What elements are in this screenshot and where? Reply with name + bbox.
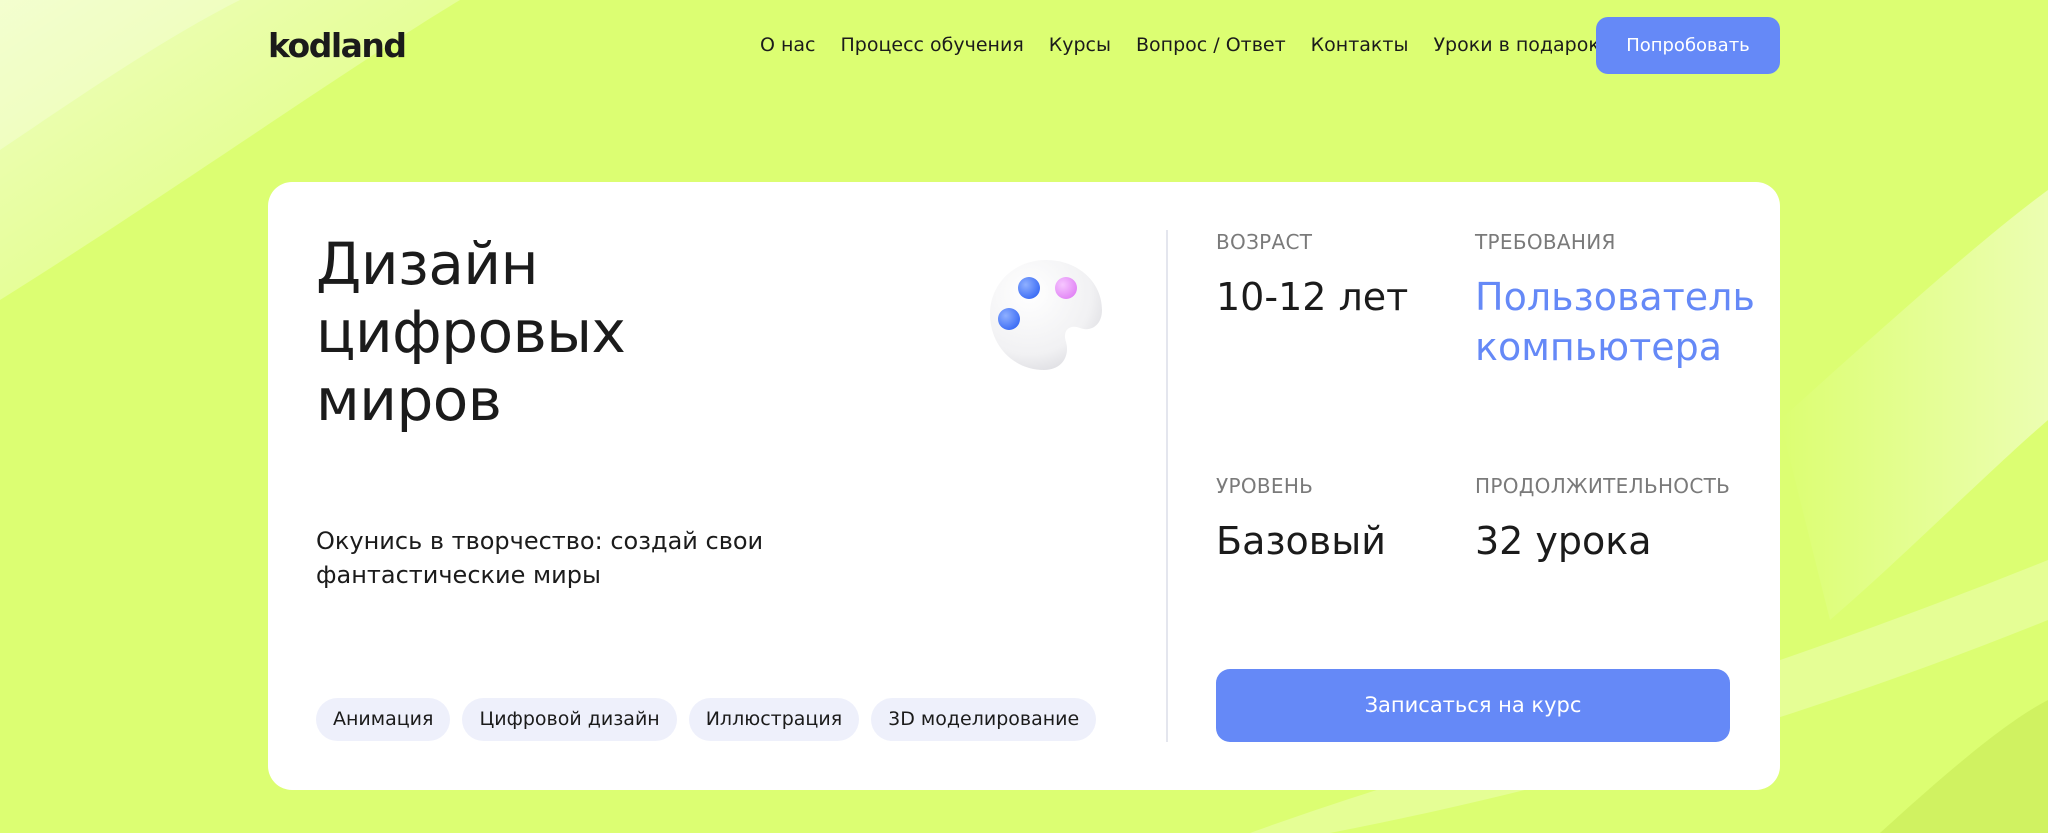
course-title: Дизайн цифровых миров <box>316 230 876 434</box>
level-label: УРОВЕНЬ <box>1216 474 1314 498</box>
requirements-value: Пользователь компьютера <box>1475 272 1755 372</box>
requirements-label: ТРЕБОВАНИЯ <box>1475 230 1616 254</box>
palette-icon <box>984 252 1108 376</box>
site-header: kodland О нас Процесс обучения Курсы Воп… <box>0 0 2048 90</box>
nav-item-contacts[interactable]: Контакты <box>1311 30 1409 60</box>
kodland-logo[interactable]: kodland <box>268 24 407 68</box>
duration-label: ПРОДОЛЖИТЕЛЬНОСТЬ <box>1475 474 1731 498</box>
requirements-value-line: Пользователь <box>1475 275 1755 319</box>
nav-item-faq[interactable]: Вопрос / Ответ <box>1136 30 1286 60</box>
nav-item-courses[interactable]: Курсы <box>1049 30 1111 60</box>
duration-value: 32 урока <box>1475 519 1652 563</box>
nav-item-learning-process[interactable]: Процесс обучения <box>841 30 1024 60</box>
course-title-line: цифровых <box>316 298 626 366</box>
vertical-divider <box>1166 230 1168 742</box>
course-description-line: фантастические миры <box>316 561 601 589</box>
level-value: Базовый <box>1216 519 1386 563</box>
tag-illustration[interactable]: Иллюстрация <box>688 698 860 741</box>
course-title-line: Дизайн <box>316 230 539 298</box>
course-tags: Анимация Цифровой дизайн Иллюстрация 3D … <box>316 698 1097 741</box>
nav-item-gift-lessons[interactable]: Уроки в подарок <box>1433 30 1599 60</box>
tag-3d-modeling[interactable]: 3D моделирование <box>871 698 1097 741</box>
enroll-button[interactable]: Записаться на курс <box>1216 669 1730 742</box>
main-nav: О нас Процесс обучения Курсы Вопрос / От… <box>760 30 1600 60</box>
try-button[interactable]: Попробовать <box>1596 17 1780 74</box>
course-title-line: миров <box>316 366 502 434</box>
nav-item-about[interactable]: О нас <box>760 30 816 60</box>
course-card: Дизайн цифровых миров Окунись в творчест… <box>268 182 1780 790</box>
course-description-line: Окунись в творчество: создай свои <box>316 527 764 555</box>
age-value: 10-12 лет <box>1216 275 1409 319</box>
course-description: Окунись в творчество: создай свои фантас… <box>316 524 856 592</box>
age-label: ВОЗРАСТ <box>1216 230 1313 254</box>
tag-animation[interactable]: Анимация <box>316 698 451 741</box>
requirements-value-line: компьютера <box>1475 325 1723 369</box>
tag-digital-design[interactable]: Цифровой дизайн <box>462 698 677 741</box>
